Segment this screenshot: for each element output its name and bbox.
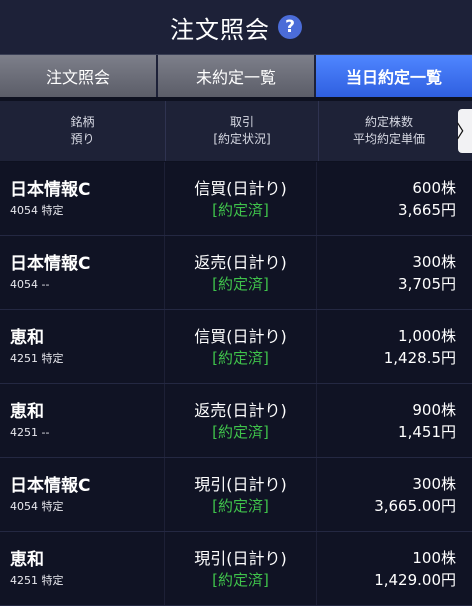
order-list: 日本情報C 4054 特定 信買(日計り) [約定済] 600株 3,665円 … [0, 162, 472, 606]
stock-name: 日本情報C [10, 179, 91, 200]
execution-status: [約定済] [212, 570, 269, 589]
execution-status: [約定済] [212, 348, 269, 367]
avg-price: 3,665円 [398, 200, 456, 219]
execution-status: [約定済] [212, 422, 269, 441]
stock-code: 4251 -- [10, 425, 50, 439]
stock-cell: 日本情報C 4054 -- [0, 236, 165, 309]
tab-today-executed-list[interactable]: 当日約定一覧 [316, 55, 472, 97]
execution-status: [約定済] [212, 200, 269, 219]
stock-cell: 恵和 4251 特定 [0, 532, 165, 605]
column-header-trade: 取引 [約定状況] [166, 101, 319, 161]
execution-status: [約定済] [212, 274, 269, 293]
column-header-stock-label: 銘柄 [70, 115, 95, 129]
executed-qty: 300株 [412, 474, 456, 493]
column-header-price-label: 平均約定単価 [352, 132, 425, 146]
execution-status: [約定済] [212, 496, 269, 515]
stock-code: 4054 特定 [10, 203, 64, 217]
table-header: 銘柄 預り 取引 [約定状況] 約定株数 平均約定単価 〉 [0, 101, 472, 162]
stock-name: 恵和 [10, 327, 44, 348]
avg-price: 1,428.5円 [383, 348, 456, 367]
stock-cell: 恵和 4251 -- [0, 384, 165, 457]
qty-cell: 300株 3,705円 [317, 236, 472, 309]
qty-cell: 900株 1,451円 [317, 384, 472, 457]
avg-price: 3,705円 [398, 274, 456, 293]
tab-order-inquiry[interactable]: 注文照会 [0, 55, 158, 97]
table-row[interactable]: 日本情報C 4054 特定 現引(日計り) [約定済] 300株 3,665.0… [0, 458, 472, 532]
stock-code: 4251 特定 [10, 573, 64, 587]
table-row[interactable]: 日本情報C 4054 -- 返売(日計り) [約定済] 300株 3,705円 [0, 236, 472, 310]
stock-name: 恵和 [10, 401, 44, 422]
qty-cell: 600株 3,665円 [317, 162, 472, 235]
avg-price: 3,665.00円 [374, 496, 456, 515]
stock-code: 4251 特定 [10, 351, 64, 365]
trade-cell: 信買(日計り) [約定済] [165, 162, 318, 235]
column-header-trade-label: 取引 [229, 115, 254, 129]
avg-price: 1,429.00円 [374, 570, 456, 589]
tab-unexecuted-list[interactable]: 未約定一覧 [158, 55, 316, 97]
trade-type: 現引(日計り) [194, 548, 287, 568]
executed-qty: 1,000株 [398, 326, 456, 345]
trade-type: 現引(日計り) [194, 474, 287, 494]
stock-name: 日本情報C [10, 253, 91, 274]
trade-type: 信買(日計り) [194, 326, 287, 346]
executed-qty: 100株 [412, 548, 456, 567]
column-header-qty-label: 約定株数 [364, 115, 413, 129]
scroll-right-icon[interactable]: 〉 [456, 109, 472, 153]
stock-cell: 日本情報C 4054 特定 [0, 458, 165, 531]
table-row[interactable]: 恵和 4251 -- 返売(日計り) [約定済] 900株 1,451円 [0, 384, 472, 458]
trade-type: 返売(日計り) [194, 252, 287, 272]
column-header-status-label: [約定状況] [213, 132, 271, 146]
page-title: 注文照会 [170, 15, 270, 44]
table-row[interactable]: 日本情報C 4054 特定 信買(日計り) [約定済] 600株 3,665円 [0, 162, 472, 236]
executed-qty: 600株 [412, 178, 456, 197]
tab-bar: 注文照会 未約定一覧 当日約定一覧 [0, 54, 472, 97]
qty-cell: 1,000株 1,428.5円 [317, 310, 472, 383]
trade-cell: 返売(日計り) [約定済] [165, 384, 318, 457]
trade-cell: 信買(日計り) [約定済] [165, 310, 318, 383]
stock-code: 4054 -- [10, 277, 50, 291]
qty-cell: 100株 1,429.00円 [317, 532, 472, 605]
qty-cell: 300株 3,665.00円 [317, 458, 472, 531]
column-header-qty: 約定株数 平均約定単価 [319, 101, 459, 161]
stock-cell: 日本情報C 4054 特定 [0, 162, 165, 235]
avg-price: 1,451円 [398, 422, 456, 441]
stock-name: 日本情報C [10, 475, 91, 496]
title-bar: 注文照会 ? [0, 0, 472, 54]
table-row[interactable]: 恵和 4251 特定 信買(日計り) [約定済] 1,000株 1,428.5円 [0, 310, 472, 384]
stock-cell: 恵和 4251 特定 [0, 310, 165, 383]
stock-name: 恵和 [10, 549, 44, 570]
stock-code: 4054 特定 [10, 499, 64, 513]
executed-qty: 300株 [412, 252, 456, 271]
trade-type: 返売(日計り) [194, 400, 287, 420]
help-icon[interactable]: ? [278, 15, 302, 39]
column-header-account-label: 預り [70, 132, 95, 146]
executed-qty: 900株 [412, 400, 456, 419]
trade-cell: 現引(日計り) [約定済] [165, 458, 318, 531]
trade-type: 信買(日計り) [194, 178, 287, 198]
column-header-stock: 銘柄 預り [0, 101, 166, 161]
trade-cell: 返売(日計り) [約定済] [165, 236, 318, 309]
trade-cell: 現引(日計り) [約定済] [165, 532, 318, 605]
table-row[interactable]: 恵和 4251 特定 現引(日計り) [約定済] 100株 1,429.00円 [0, 532, 472, 606]
